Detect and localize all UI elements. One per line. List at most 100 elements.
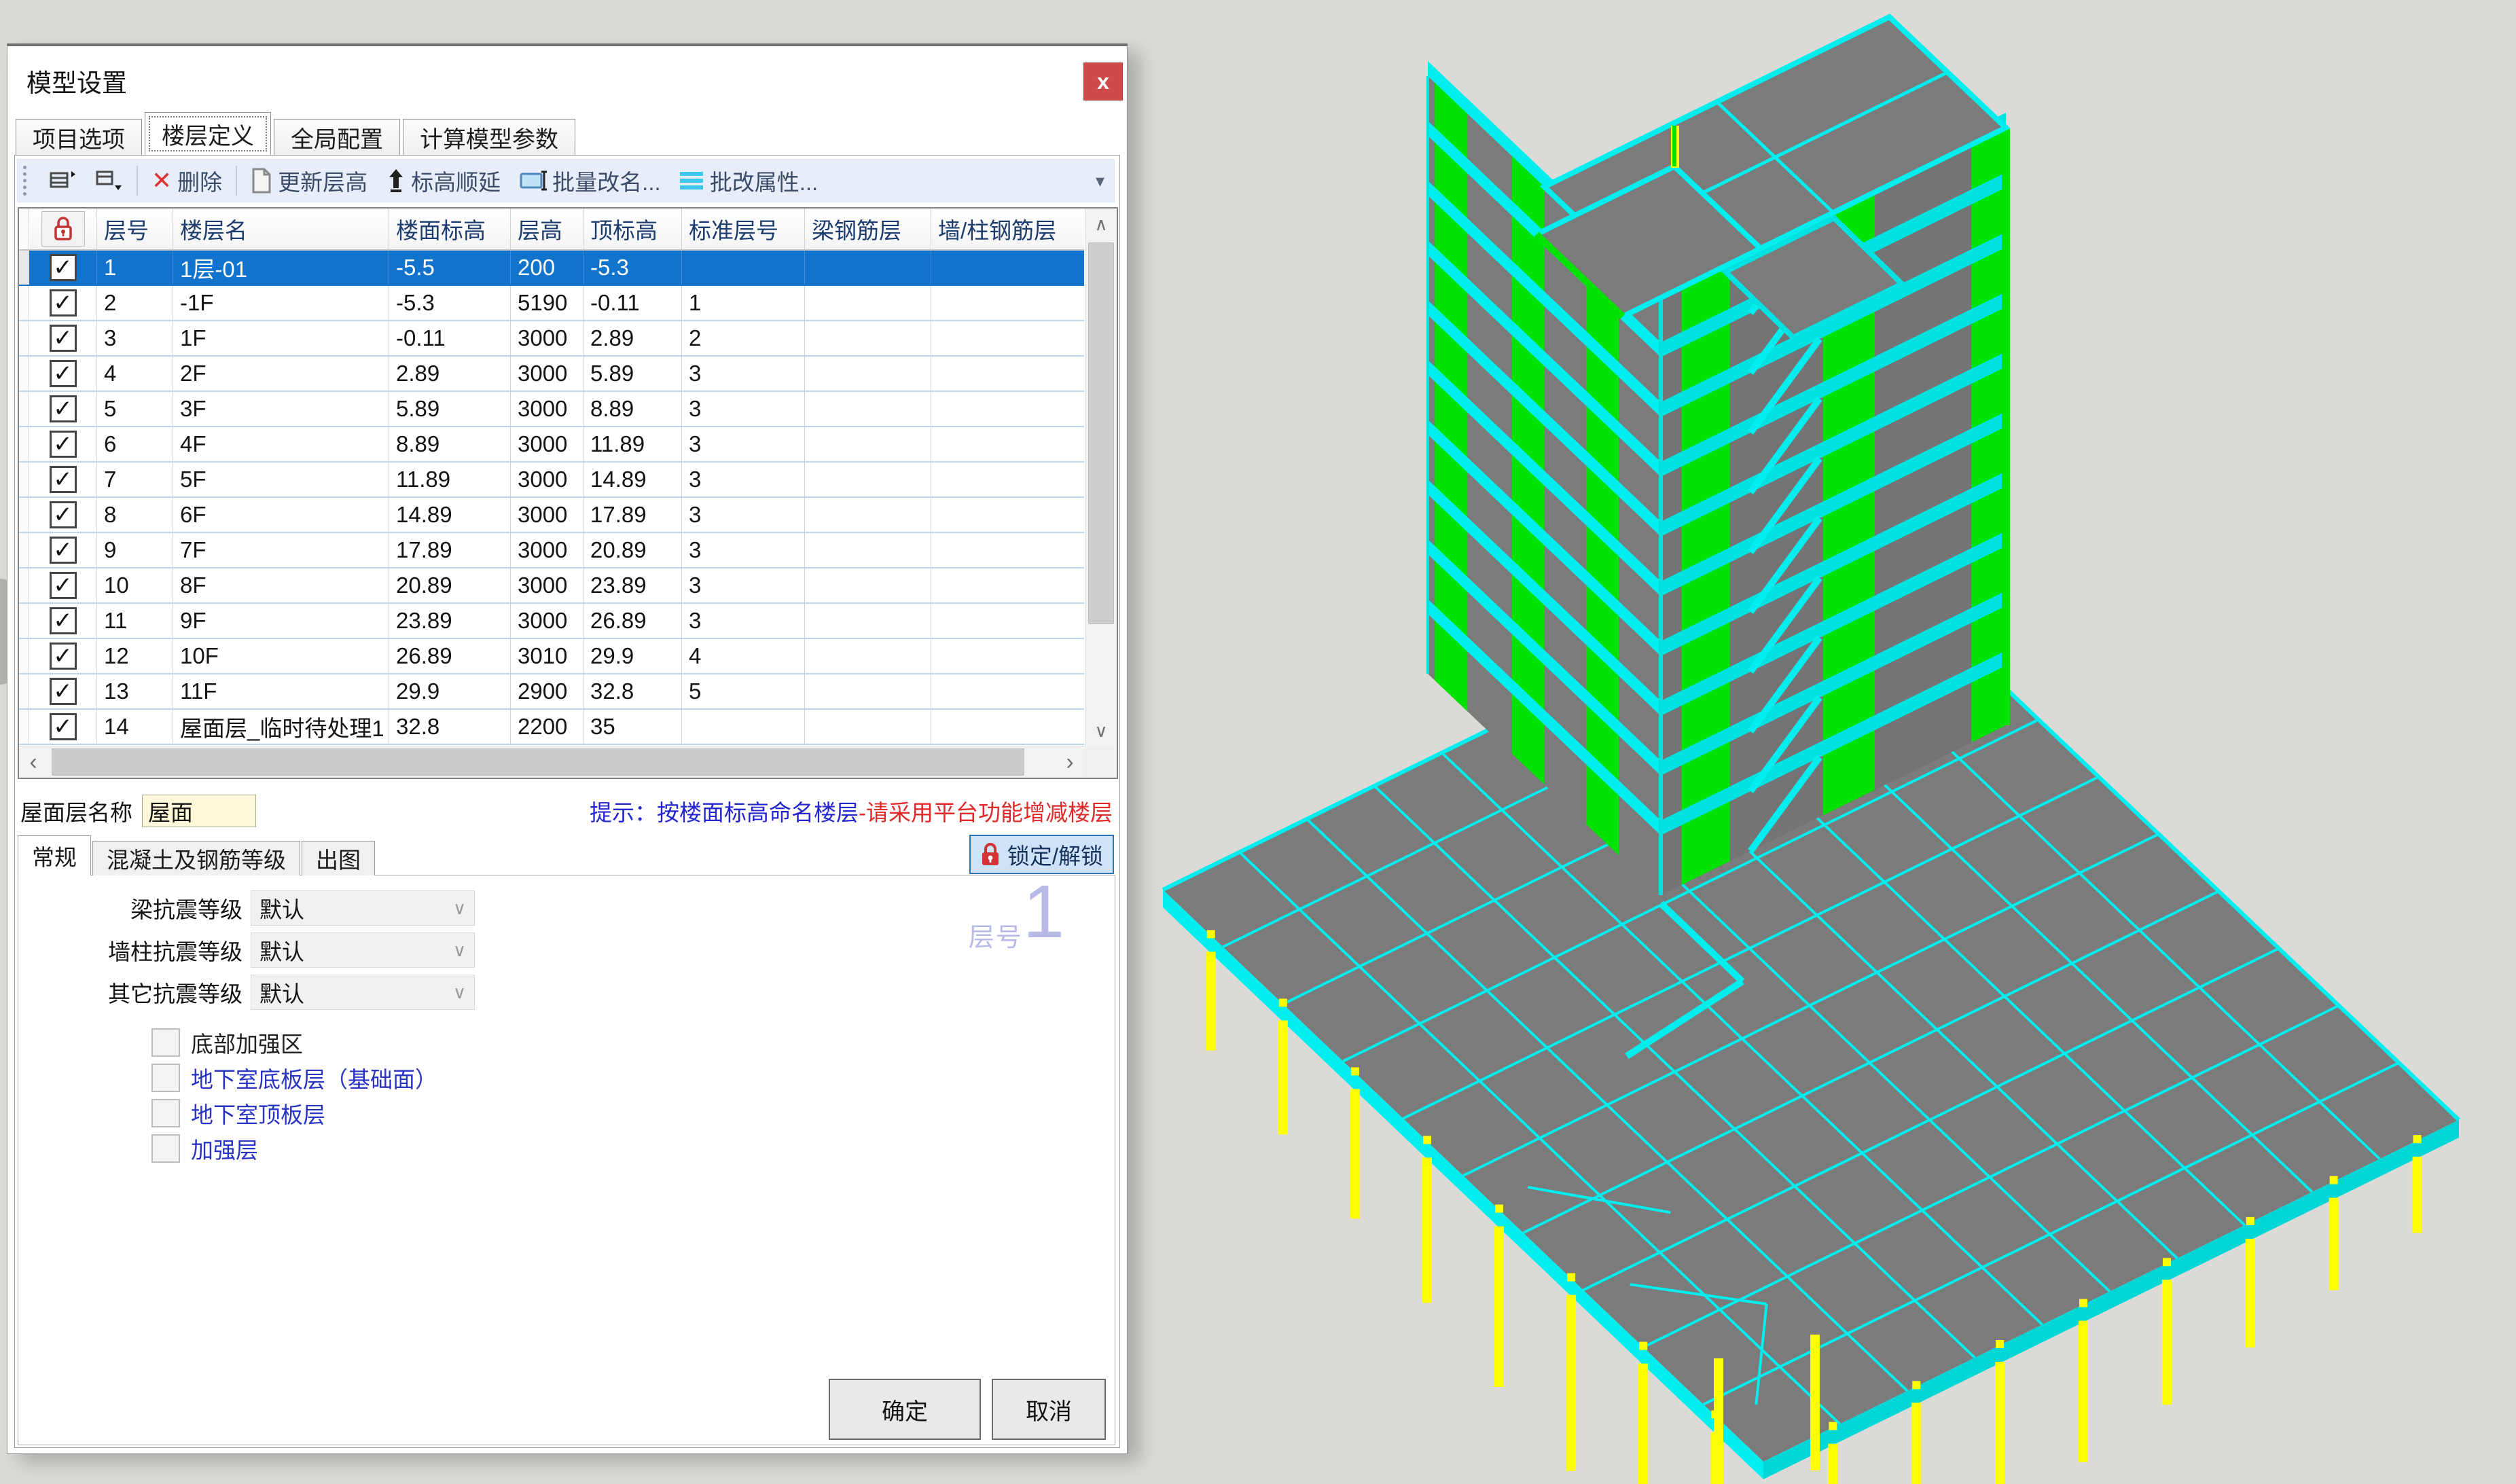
cell-top[interactable]: 11.89 [583, 427, 682, 461]
scroll-up-icon[interactable]: ∧ [1085, 209, 1117, 240]
cell-elev[interactable]: 5.89 [389, 392, 511, 426]
row-header-strip[interactable] [19, 533, 29, 567]
cell-std[interactable]: 3 [682, 357, 805, 391]
cell-num[interactable]: 4 [97, 357, 173, 391]
field-combobox[interactable]: 默认∨ [251, 975, 475, 1010]
row-checkbox-cell[interactable]: ✓ [29, 498, 97, 532]
cell-beam[interactable] [805, 639, 931, 673]
cell-height[interactable]: 2200 [511, 710, 583, 744]
row-header-strip[interactable] [19, 286, 29, 320]
cell-std[interactable]: 3 [682, 498, 805, 532]
cell-beam[interactable] [805, 427, 931, 461]
scroll-down-icon[interactable]: ∨ [1085, 715, 1117, 746]
scroll-right-icon[interactable]: › [1056, 746, 1084, 778]
cell-elev[interactable]: 8.89 [389, 427, 511, 461]
table-row[interactable]: ✓14屋面层_临时待处理132.8220035 [19, 710, 1084, 745]
cell-top[interactable]: -0.11 [583, 286, 682, 320]
cell-num[interactable]: 5 [97, 392, 173, 426]
row-checkbox-cell[interactable]: ✓ [29, 321, 97, 355]
toolbar-button-删除[interactable]: ✕删除 [142, 164, 232, 197]
row-checkbox-cell[interactable]: ✓ [29, 533, 97, 567]
row-header-strip[interactable] [19, 321, 29, 355]
column-header-6[interactable]: 梁钢筋层 [805, 209, 931, 249]
cell-top[interactable]: -5.3 [583, 251, 682, 285]
column-header-2[interactable]: 楼面标高 [389, 209, 511, 249]
lock-unlock-button[interactable]: 锁定/解锁 [969, 835, 1114, 874]
tab-3[interactable]: 计算模型参数 [403, 119, 575, 155]
cell-std[interactable]: 3 [682, 427, 805, 461]
cell-top[interactable]: 29.9 [583, 639, 682, 673]
cell-elev[interactable]: 2.89 [389, 357, 511, 391]
cell-beam[interactable] [805, 498, 931, 532]
row-checkbox[interactable]: ✓ [50, 431, 77, 458]
table-row[interactable]: ✓75F11.89300014.893 [19, 463, 1084, 498]
cell-height[interactable]: 3000 [511, 498, 583, 532]
cell-std[interactable]: 5 [682, 674, 805, 708]
cell-elev[interactable]: 14.89 [389, 498, 511, 532]
cell-std[interactable]: 3 [682, 533, 805, 567]
cell-wall[interactable] [931, 357, 1084, 391]
cell-elev[interactable]: 11.89 [389, 463, 511, 496]
cell-height[interactable]: 200 [511, 251, 583, 285]
cell-height[interactable]: 5190 [511, 286, 583, 320]
cell-top[interactable]: 32.8 [583, 674, 682, 708]
cell-wall[interactable] [931, 392, 1084, 426]
cell-elev[interactable]: -5.3 [389, 286, 511, 320]
cell-wall[interactable] [931, 498, 1084, 532]
cell-elev[interactable]: 17.89 [389, 533, 511, 567]
cell-num[interactable]: 2 [97, 286, 173, 320]
toolbar-button-更新层高[interactable]: 更新层高 [241, 164, 377, 197]
tab-1[interactable]: 楼层定义 [145, 112, 271, 155]
row-checkbox-cell[interactable]: ✓ [29, 392, 97, 426]
cell-height[interactable]: 3000 [511, 463, 583, 496]
cell-height[interactable]: 3000 [511, 392, 583, 426]
cell-std[interactable] [682, 251, 805, 285]
table-row[interactable]: ✓31F-0.1130002.892 [19, 321, 1084, 357]
cell-elev[interactable]: 26.89 [389, 639, 511, 673]
cell-beam[interactable] [805, 286, 931, 320]
cell-wall[interactable] [931, 463, 1084, 496]
cell-num[interactable]: 14 [97, 710, 173, 744]
cell-name[interactable]: 2F [173, 357, 389, 391]
cell-std[interactable] [682, 710, 805, 744]
cell-name[interactable]: 5F [173, 463, 389, 496]
toolbar-overflow-icon[interactable]: ▾ [1096, 177, 1104, 185]
cell-num[interactable]: 8 [97, 498, 173, 532]
cell-beam[interactable] [805, 251, 931, 285]
cell-std[interactable]: 2 [682, 321, 805, 355]
row-checkbox-cell[interactable]: ✓ [29, 639, 97, 673]
cell-wall[interactable] [931, 710, 1084, 744]
cell-beam[interactable] [805, 357, 931, 391]
row-header-strip[interactable] [19, 604, 29, 638]
row-checkbox[interactable]: ✓ [50, 501, 77, 528]
row-checkbox[interactable]: ✓ [50, 643, 77, 670]
lock-column-header[interactable] [29, 209, 97, 249]
cell-name[interactable]: 10F [173, 639, 389, 673]
cell-elev[interactable]: 20.89 [389, 568, 511, 602]
cell-beam[interactable] [805, 604, 931, 638]
vertical-scrollbar[interactable]: ∧ ∨ [1085, 209, 1117, 746]
cell-top[interactable]: 8.89 [583, 392, 682, 426]
cell-num[interactable]: 7 [97, 463, 173, 496]
row-header-strip[interactable] [19, 710, 29, 744]
row-checkbox[interactable]: ✓ [50, 678, 77, 705]
cell-elev[interactable]: -5.5 [389, 251, 511, 285]
cell-height[interactable]: 3000 [511, 533, 583, 567]
row-checkbox-cell[interactable]: ✓ [29, 568, 97, 602]
close-icon[interactable]: x [1083, 62, 1123, 101]
cell-top[interactable]: 5.89 [583, 357, 682, 391]
cell-num[interactable]: 3 [97, 321, 173, 355]
toolbar-button-标高顺延[interactable]: 标高顺延 [377, 164, 510, 197]
row-checkbox-cell[interactable]: ✓ [29, 251, 97, 285]
cell-elev[interactable]: 29.9 [389, 674, 511, 708]
option-checkbox[interactable] [151, 1064, 180, 1092]
cell-top[interactable]: 26.89 [583, 604, 682, 638]
ok-button[interactable]: 确定 [829, 1379, 981, 1440]
cell-elev[interactable]: -0.11 [389, 321, 511, 355]
cell-num[interactable]: 11 [97, 604, 173, 638]
horizontal-scrollbar-thumb[interactable] [52, 748, 1024, 776]
cell-name[interactable]: 1层-01 [173, 251, 389, 285]
cell-num[interactable]: 10 [97, 568, 173, 602]
cell-name[interactable]: 11F [173, 674, 389, 708]
horizontal-scrollbar[interactable]: ‹ › [19, 746, 1084, 778]
